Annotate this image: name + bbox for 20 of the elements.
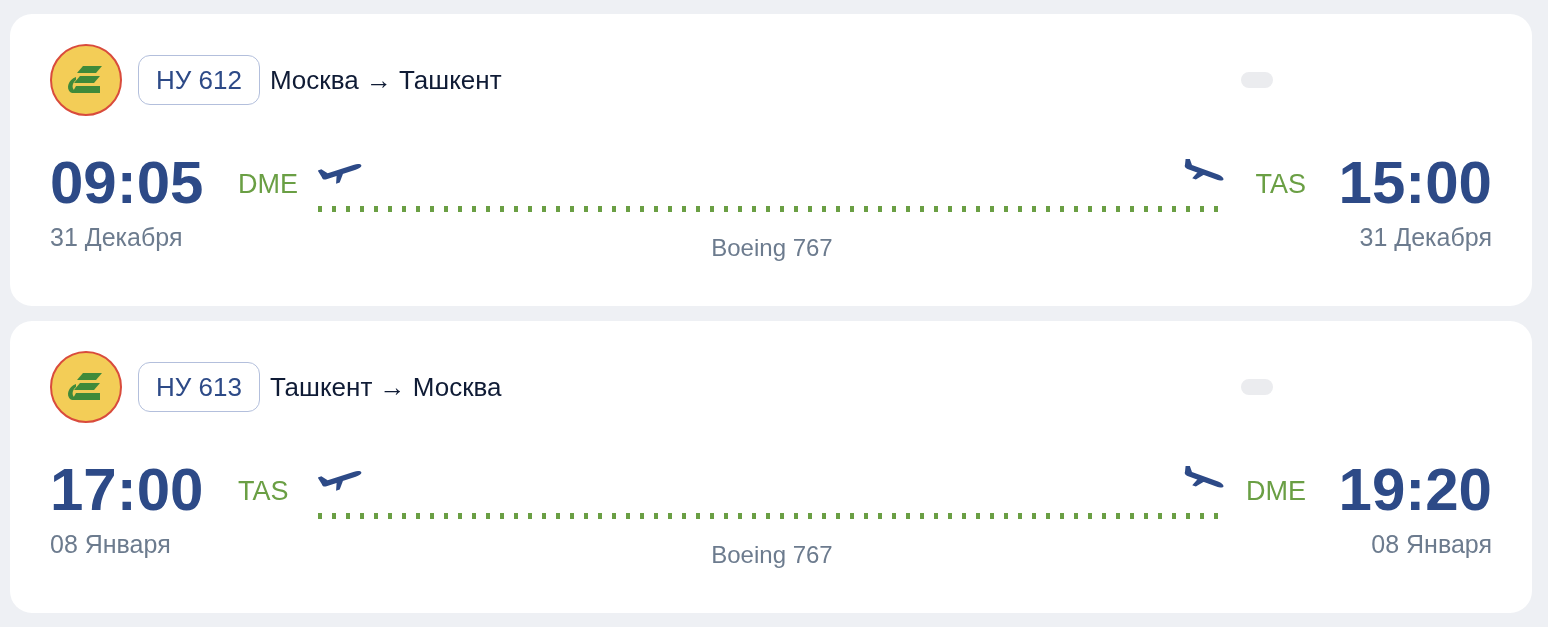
departure-date: 31 Декабря <box>50 222 184 252</box>
route-title: Москва → Ташкент <box>269 64 502 96</box>
arrival-airport: DME <box>1245 476 1306 506</box>
departure-airport: TAS <box>238 476 290 506</box>
aircraft-type: Boeing 767 <box>711 233 833 263</box>
departure-time: 09:05 <box>50 153 205 213</box>
departure-date: 08 Января <box>50 529 172 559</box>
departure-airport: DME <box>238 169 299 199</box>
arrival-date: 08 Января <box>1370 529 1492 559</box>
arrival-date: 31 Декабря <box>1358 222 1492 252</box>
flight-number: НУ 612 <box>138 55 260 105</box>
route-title: Ташкент → Москва <box>269 371 502 403</box>
arrival-airport: TAS <box>1254 169 1306 199</box>
flight-number: НУ 613 <box>138 362 260 412</box>
arrival-time: 19:20 <box>1337 460 1492 520</box>
airline-logo-icon <box>50 351 122 423</box>
airline-logo-icon <box>50 44 122 116</box>
aircraft-type: Boeing 767 <box>711 540 833 570</box>
arrival-time: 15:00 <box>1337 153 1492 213</box>
departure-time: 17:00 <box>50 460 205 520</box>
